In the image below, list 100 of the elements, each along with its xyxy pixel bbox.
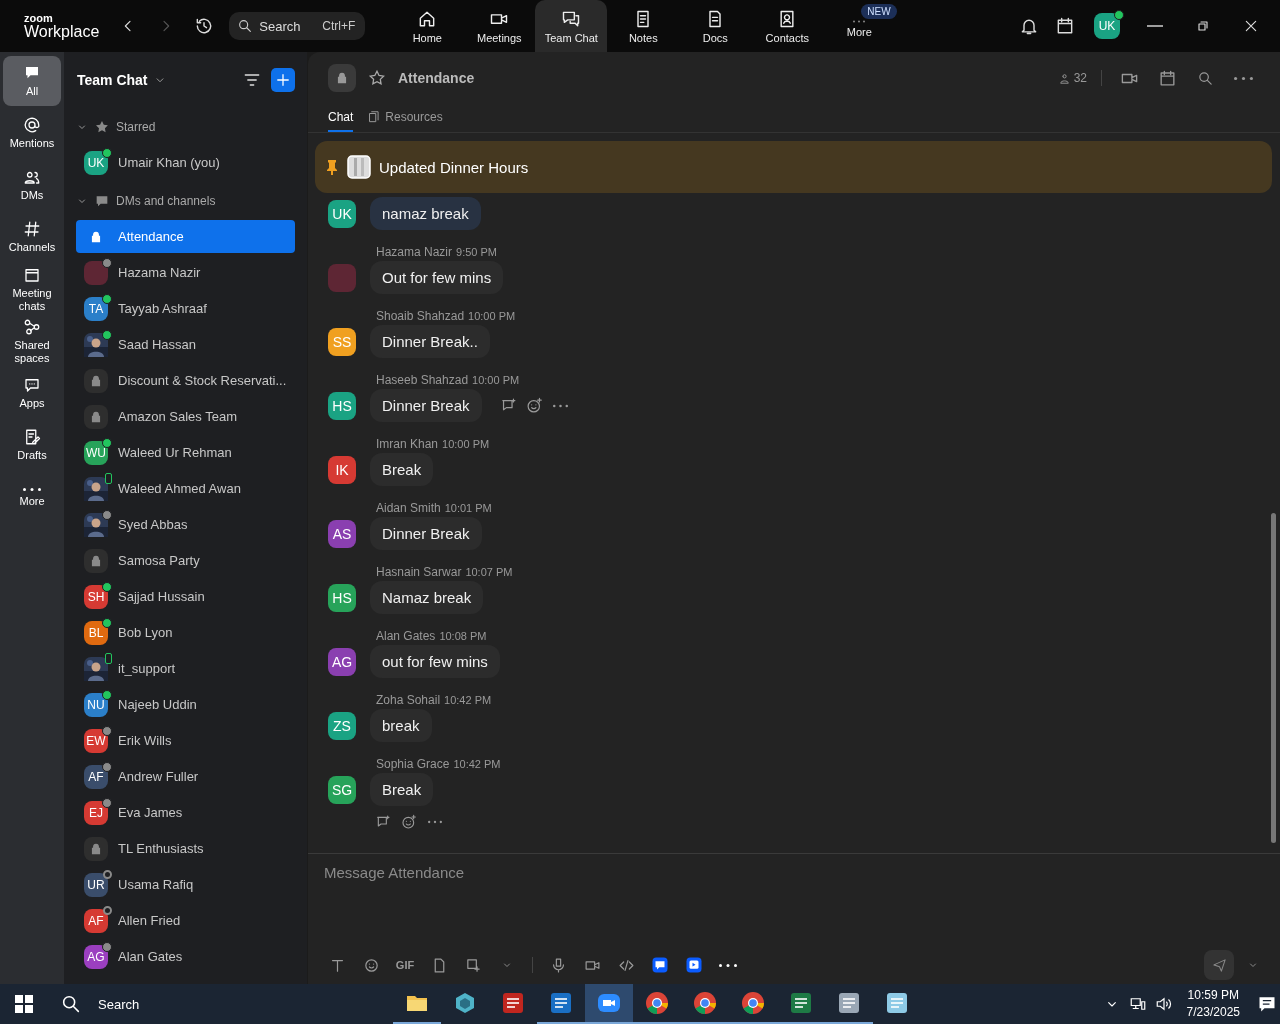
hash-icon [23, 220, 41, 239]
rail-item[interactable]: Apps [3, 368, 61, 418]
chat-list-item[interactable]: Waleed Ahmed Awan [76, 472, 295, 505]
rail-item[interactable]: Channels [3, 212, 61, 262]
notepad-icon [885, 991, 909, 1015]
rail-item[interactable]: Shared spaces [3, 316, 61, 366]
clock-time[interactable]: 10:59 PM [1187, 987, 1239, 1004]
sender-name: Aidan Smith [376, 501, 441, 515]
chat-list-item[interactable]: Amazon Sales Team [76, 400, 295, 433]
chat-bubble-icon [94, 193, 110, 209]
scrollbar[interactable] [1271, 513, 1276, 843]
nodes-icon [23, 318, 41, 337]
chat-list-item[interactable]: TL Enthusiasts [76, 832, 295, 865]
nav-tab[interactable]: Docs [679, 0, 752, 52]
send-button[interactable] [1204, 950, 1234, 980]
rail-item[interactable]: More [3, 472, 61, 522]
rail-item[interactable]: Drafts [3, 420, 61, 470]
browser-icon [645, 991, 669, 1015]
chat-list-item[interactable]: AG Alan Gates [76, 940, 295, 973]
chat-list-item[interactable]: UK Umair Khan (you) [76, 146, 295, 179]
logo-text: Workplace [24, 23, 100, 40]
chat-list-item[interactable]: UR Usama Rafiq [76, 868, 295, 901]
chat-list-item[interactable]: Hazama Nazir [76, 256, 295, 289]
section-header[interactable]: Starred [76, 108, 295, 146]
chat-list-item[interactable]: Discount & Stock Reservati... [76, 364, 295, 397]
more-icon [1233, 75, 1253, 81]
chat-list-item[interactable]: it_support [76, 652, 295, 685]
restore-icon [1195, 18, 1211, 34]
chat-list-item[interactable]: AF Andrew Fuller [76, 760, 295, 793]
calendar-icon [23, 266, 41, 285]
nav-tab[interactable]: Notes [607, 0, 680, 52]
avatar: AF [84, 764, 108, 789]
chat-list-item[interactable]: Syed Abbas [76, 508, 295, 541]
star-icon [94, 119, 110, 135]
chat-list-item[interactable]: AF Allen Fried [76, 904, 295, 937]
spreadsheet-icon [789, 991, 813, 1015]
taskbar-search-field[interactable]: Search [96, 995, 220, 1013]
clock-date[interactable]: 7/23/2025 [1186, 1004, 1240, 1021]
new-chat-button[interactable] [271, 68, 295, 92]
pinned-banner[interactable]: Updated Dinner Hours [315, 141, 1272, 193]
chat-list-item[interactable]: EJ Eva James [76, 796, 295, 829]
add-emoji-icon [401, 814, 417, 830]
chat-list-item[interactable]: SH Sajjad Hussain [76, 580, 295, 613]
message-time: 10:00 PM [468, 310, 516, 322]
sender-name: Sophia Grace [376, 757, 450, 771]
gif-button[interactable]: GIF [390, 951, 420, 979]
message-time: 10:01 PM [444, 502, 492, 514]
rail-item[interactable]: Meeting chats [3, 264, 61, 314]
chat-list-item[interactable]: Samosa Party [76, 544, 295, 577]
tab[interactable]: Chat [328, 104, 354, 132]
panel-title: Team Chat [77, 72, 148, 88]
add-emoji-icon [526, 397, 544, 414]
chat-list-item[interactable]: Saad Hassan [76, 328, 295, 361]
message-bubble: Dinner Break [370, 389, 482, 422]
chat-list-item[interactable]: Attendance [76, 220, 295, 253]
sender-name: Hasnain Sarwar [376, 565, 462, 579]
nav-tab[interactable]: Meetings [463, 0, 536, 52]
rail-item[interactable]: Mentions [3, 108, 61, 158]
nav-tab[interactable]: Home [391, 0, 464, 52]
shortcut-hint: Ctrl+F [322, 19, 356, 33]
taskbar-app[interactable] [585, 984, 633, 1024]
chat-list-item[interactable]: NU Najeeb Uddin [76, 688, 295, 721]
chat-app-icon [651, 956, 669, 974]
avatar: UR [84, 872, 108, 897]
message-bubble: out for few mins [370, 645, 500, 678]
windows-logo-icon [15, 995, 33, 1013]
more-icon [23, 486, 41, 492]
lock-icon [89, 229, 103, 244]
nav-tab[interactable]: Contacts [751, 0, 824, 52]
message-time: 10:08 PM [439, 630, 487, 642]
avatar: NU [84, 692, 108, 717]
message-time: 10:07 PM [465, 566, 513, 578]
section-header[interactable]: DMs and channels [76, 182, 295, 220]
tab[interactable]: Resources [367, 104, 443, 132]
rail-item[interactable]: DMs [3, 160, 61, 210]
browser-icon [741, 991, 765, 1015]
calendar-icon [1157, 68, 1177, 88]
more-icon [719, 962, 737, 968]
avatar: IK [328, 455, 356, 484]
sender-name: Haseeb Shahzad [376, 373, 469, 387]
message-bubble: Dinner Break.. [370, 325, 490, 358]
nav-tab[interactable]: Team Chat [535, 0, 608, 52]
chat-list-item[interactable]: EW Erik Wills [76, 724, 295, 757]
sender-name: Shoaib Shahzad [376, 309, 465, 323]
pages-icon [367, 110, 382, 124]
members-button[interactable]: 32 [1053, 67, 1091, 89]
video-app-icon [597, 991, 621, 1015]
lock-avatar [84, 836, 108, 861]
chat-list-item[interactable]: TA Tayyab Ashraaf [76, 292, 295, 325]
smiley-icon [362, 956, 380, 974]
message-field[interactable]: Message Attendance [322, 862, 1268, 948]
chat-list-item[interactable]: BL Bob Lyon [76, 616, 295, 649]
rail-item[interactable]: All [3, 56, 61, 106]
nav-tab[interactable]: NEW More [823, 0, 896, 52]
pencil-page-icon [23, 428, 41, 447]
avatar: BL [84, 620, 108, 645]
message-time: 9:50 PM [456, 246, 497, 258]
lock-avatar [84, 368, 108, 393]
message-bubble: break [370, 709, 432, 742]
chat-list-item[interactable]: WU Waleed Ur Rehman [76, 436, 295, 469]
